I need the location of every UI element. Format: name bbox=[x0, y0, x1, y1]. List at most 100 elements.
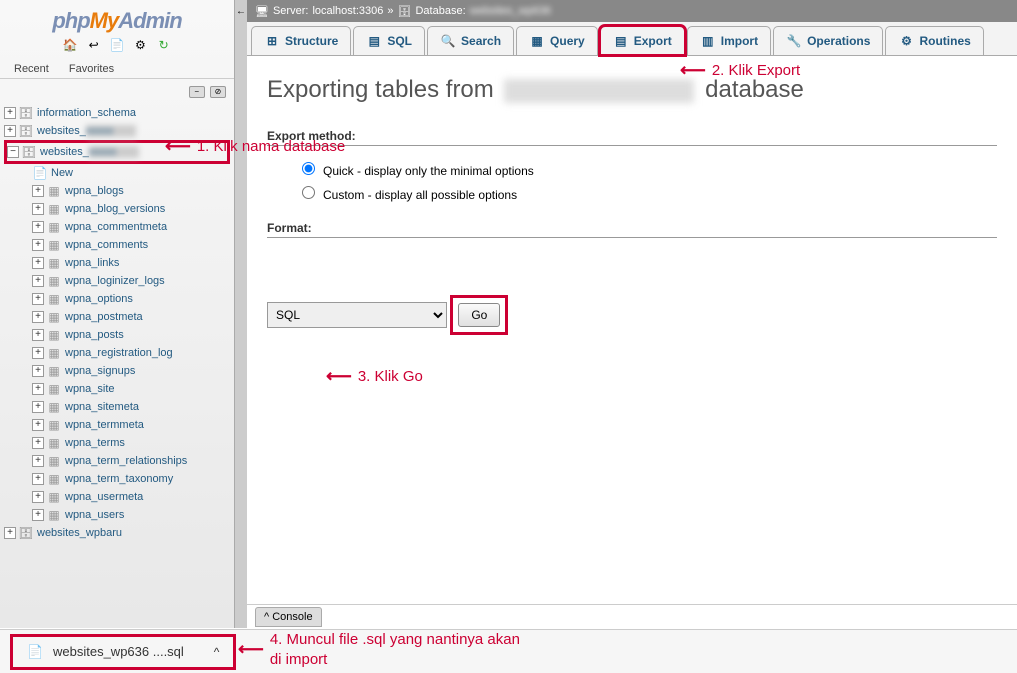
tab-structure[interactable]: ⊞Structure bbox=[251, 26, 351, 55]
expand-icon[interactable]: + bbox=[32, 383, 44, 395]
table-wpna_loginizer_logs[interactable]: +▦wpna_loginizer_logs bbox=[4, 272, 230, 290]
tab-sql[interactable]: ▤SQL bbox=[353, 26, 425, 55]
logo-admin: Admin bbox=[118, 8, 181, 33]
format-select[interactable]: SQL bbox=[267, 302, 447, 328]
table-wpna_blog_versions[interactable]: +▦wpna_blog_versions bbox=[4, 200, 230, 218]
tab-search[interactable]: 🔍Search bbox=[427, 26, 514, 55]
table-icon: ▦ bbox=[46, 273, 62, 289]
expand-icon[interactable]: + bbox=[4, 527, 16, 539]
table-icon: ▦ bbox=[46, 219, 62, 235]
breadcrumb-db-link[interactable]: websites_wp636 bbox=[470, 5, 551, 17]
download-chip[interactable]: 📄 websites_wp636 ....sql ^ bbox=[10, 634, 236, 670]
database-icon: 🗄 bbox=[21, 144, 37, 160]
expand-icon[interactable]: + bbox=[32, 203, 44, 215]
collapse-all-icon[interactable]: − bbox=[189, 86, 205, 98]
table-icon: ▦ bbox=[46, 489, 62, 505]
tab-import[interactable]: ▥Import bbox=[687, 26, 771, 55]
export-custom-radio[interactable] bbox=[302, 186, 315, 199]
db-websites_[interactable]: +🗄websites_xxxxx bbox=[4, 122, 230, 140]
breadcrumb-server-label: Server: bbox=[273, 5, 308, 17]
table-icon: ▦ bbox=[46, 471, 62, 487]
expand-icon[interactable]: + bbox=[32, 347, 44, 359]
table-wpna_term_taxonomy[interactable]: +▦wpna_term_taxonomy bbox=[4, 470, 230, 488]
query-icon: ▦ bbox=[529, 33, 545, 49]
expand-icon[interactable]: + bbox=[4, 107, 16, 119]
unlink-icon[interactable]: ⊘ bbox=[210, 86, 226, 98]
table-wpna_comments[interactable]: +▦wpna_comments bbox=[4, 236, 230, 254]
settings-icon[interactable]: ⚙ bbox=[132, 38, 148, 54]
expand-icon[interactable]: + bbox=[32, 239, 44, 251]
console-bar: ^ Console bbox=[247, 604, 1017, 628]
tab-query[interactable]: ▦Query bbox=[516, 26, 598, 55]
expand-icon[interactable]: + bbox=[32, 365, 44, 377]
db-websites_[interactable]: −🗄websites_xxxxx bbox=[4, 140, 230, 164]
breadcrumb-server-link[interactable]: localhost:3306 bbox=[312, 5, 383, 17]
expand-icon[interactable]: + bbox=[32, 491, 44, 503]
expand-icon[interactable]: + bbox=[32, 401, 44, 413]
expand-icon[interactable]: + bbox=[32, 293, 44, 305]
table-wpna_links[interactable]: +▦wpna_links bbox=[4, 254, 230, 272]
reload-icon[interactable]: ↻ bbox=[156, 38, 172, 54]
operations-icon: 🔧 bbox=[786, 33, 802, 49]
export-quick-radio[interactable] bbox=[302, 162, 315, 175]
table-wpna_posts[interactable]: +▦wpna_posts bbox=[4, 326, 230, 344]
table-wpna_site[interactable]: +▦wpna_site bbox=[4, 380, 230, 398]
logo-php: php bbox=[52, 8, 89, 33]
table-wpna_registration_log[interactable]: +▦wpna_registration_log bbox=[4, 344, 230, 362]
expand-icon[interactable]: + bbox=[32, 419, 44, 431]
exit-icon[interactable]: ↩ bbox=[86, 38, 102, 54]
db-websites_wpbaru[interactable]: +🗄websites_wpbaru bbox=[4, 524, 230, 542]
expand-icon[interactable]: + bbox=[32, 473, 44, 485]
go-button[interactable]: Go bbox=[458, 303, 500, 327]
table-icon: ▦ bbox=[46, 381, 62, 397]
go-highlight: Go bbox=[450, 295, 508, 335]
home-icon[interactable]: 🏠 bbox=[62, 38, 78, 54]
chevron-up-icon: ^ bbox=[264, 611, 269, 623]
expand-icon[interactable]: − bbox=[7, 146, 19, 158]
new-table[interactable]: 📄New bbox=[4, 164, 230, 182]
expand-icon[interactable]: + bbox=[4, 125, 16, 137]
nav-tabs: Recent Favorites bbox=[0, 60, 234, 79]
table-wpna_terms[interactable]: +▦wpna_terms bbox=[4, 434, 230, 452]
table-icon: ▦ bbox=[46, 417, 62, 433]
console-toggle[interactable]: ^ Console bbox=[255, 607, 322, 627]
expand-icon[interactable]: + bbox=[32, 275, 44, 287]
structure-icon: ⊞ bbox=[264, 33, 280, 49]
expand-icon[interactable]: + bbox=[32, 437, 44, 449]
logo[interactable]: phpMyAdmin bbox=[0, 0, 234, 36]
main-panel: ← 🖥 Server: localhost:3306 » 🗄 Database:… bbox=[235, 0, 1017, 628]
export-method-heading: Export method: bbox=[267, 129, 997, 146]
table-wpna_termmeta[interactable]: +▦wpna_termmeta bbox=[4, 416, 230, 434]
tab-routines[interactable]: ⚙Routines bbox=[885, 26, 983, 55]
table-icon: ▦ bbox=[46, 183, 62, 199]
table-wpna_term_relationships[interactable]: +▦wpna_term_relationships bbox=[4, 452, 230, 470]
nav-tab-recent[interactable]: Recent bbox=[4, 60, 59, 78]
expand-icon[interactable]: + bbox=[32, 509, 44, 521]
tab-operations[interactable]: 🔧Operations bbox=[773, 26, 883, 55]
export-custom-option[interactable]: Custom - display all possible options bbox=[302, 188, 517, 202]
tab-export[interactable]: ▤Export bbox=[600, 26, 685, 55]
table-wpna_usermeta[interactable]: +▦wpna_usermeta bbox=[4, 488, 230, 506]
table-wpna_blogs[interactable]: +▦wpna_blogs bbox=[4, 182, 230, 200]
table-wpna_signups[interactable]: +▦wpna_signups bbox=[4, 362, 230, 380]
db-information_schema[interactable]: +🗄information_schema bbox=[4, 104, 230, 122]
table-wpna_sitemeta[interactable]: +▦wpna_sitemeta bbox=[4, 398, 230, 416]
table-wpna_options[interactable]: +▦wpna_options bbox=[4, 290, 230, 308]
chevron-up-icon[interactable]: ^ bbox=[214, 645, 220, 659]
table-wpna_postmeta[interactable]: +▦wpna_postmeta bbox=[4, 308, 230, 326]
expand-icon[interactable]: + bbox=[32, 329, 44, 341]
logo-my: My bbox=[90, 8, 119, 33]
export-quick-option[interactable]: Quick - display only the minimal options bbox=[302, 164, 534, 178]
nav-tab-favorites[interactable]: Favorites bbox=[59, 60, 124, 78]
table-icon: ▦ bbox=[46, 291, 62, 307]
expand-icon[interactable]: + bbox=[32, 185, 44, 197]
sidebar-toggle[interactable]: ← bbox=[235, 0, 247, 628]
table-wpna_commentmeta[interactable]: +▦wpna_commentmeta bbox=[4, 218, 230, 236]
expand-icon[interactable]: + bbox=[32, 221, 44, 233]
expand-icon[interactable]: + bbox=[32, 311, 44, 323]
table-wpna_users[interactable]: +▦wpna_users bbox=[4, 506, 230, 524]
expand-icon[interactable]: + bbox=[32, 257, 44, 269]
docs-icon[interactable]: 📄 bbox=[109, 38, 125, 54]
routines-icon: ⚙ bbox=[898, 33, 914, 49]
expand-icon[interactable]: + bbox=[32, 455, 44, 467]
